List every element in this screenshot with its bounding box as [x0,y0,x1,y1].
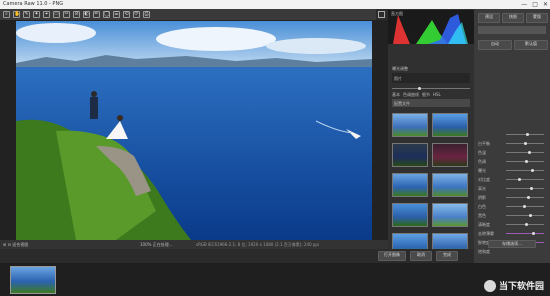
panel-tabs: 基本 色调曲线 细节 HSL [392,92,441,98]
cancel-button[interactable]: 取消 [410,251,432,261]
mode-row: 照片 [392,73,470,83]
rotate-left-icon[interactable]: ⟲ [123,11,130,18]
panel-slider[interactable] [392,87,470,90]
histogram: 直方图 [388,10,474,44]
open-image-button[interactable]: 打开图像 [378,251,406,261]
profile-thumb[interactable] [432,173,468,197]
adjust-row[interactable]: 白平衡 [478,130,546,146]
adjust-row[interactable]: 白色 [478,193,546,209]
adjust-label: 饱和度 [478,249,490,254]
spot-removal-icon[interactable]: ⊘ [73,11,80,18]
close-button[interactable]: ✕ [543,0,548,9]
adjust-row[interactable]: 色温 [478,139,546,155]
done-button[interactable]: 完成 [436,251,458,261]
save-options-button[interactable]: 存储选项... [488,240,536,248]
toolbar: ⌕ ✋ ✎ ✦ ⌖ ▭ ✂ ⊘ ◐ ✏ ◯ ☰ ⟲ ⟳ ⎙ [0,9,376,20]
far-buttons: 自动 默认值 [478,40,548,50]
photo-preview[interactable] [16,21,372,240]
panel-top-label: 曝光调整 [392,66,408,71]
maximize-button[interactable]: □ [532,0,538,9]
image-info: sRGB IEC61966-2.1; 8 位; 1920 x 1080 (2.1… [196,242,320,247]
zoom-tool-icon[interactable]: ⌕ [3,11,10,18]
white-balance-tool-icon[interactable]: ✎ [23,11,30,18]
tab-basic[interactable]: 基本 [392,92,400,98]
profile-thumb[interactable] [392,173,428,197]
zoom-status: 100% 正在处理... [140,242,173,247]
preferences-icon[interactable]: ⎙ [143,11,150,18]
profile-thumb-grid [392,113,468,257]
histogram-label: 直方图 [391,11,403,16]
adjust-row[interactable]: 去除薄雾 [478,220,546,236]
section-header[interactable]: 配置文件 [392,99,470,107]
profile-thumb[interactable] [432,143,468,167]
preview-toggle-icon[interactable] [378,11,385,18]
window-title-bar: Camera Raw 11.0 - PNG [0,0,550,9]
adjust-row[interactable]: 阴影 [478,184,546,200]
watermark: 当下软件园 [483,279,544,292]
filmstrip-thumb[interactable] [10,266,56,294]
preset-tabs: 预设 快照 蒙版 [478,13,548,23]
hand-tool-icon[interactable]: ✋ [13,11,20,18]
window-controls: — □ ✕ [521,0,548,9]
tab-presets[interactable]: 预设 [478,13,500,23]
adjust-row[interactable]: 高光 [478,175,546,191]
tab-hsl[interactable]: HSL [433,92,441,98]
watermark-text: 当下软件园 [498,282,544,292]
section-title: 配置文件 [394,101,410,106]
tab-curve[interactable]: 色调曲线 [403,92,419,98]
adjust-row[interactable]: 鲜艳度 [478,229,546,245]
adjust-row[interactable]: 色调 [478,148,546,164]
adjust-row[interactable]: 黑色 [478,202,546,218]
profile-thumb[interactable] [392,113,428,137]
seaside-photo [16,21,372,240]
target-adjust-icon[interactable]: ⌖ [43,11,50,18]
adjust-row[interactable]: 曝光 [478,157,546,173]
status-bar: ⊞ ⊟ 适合视图 100% 正在处理... sRGB IEC61966-2.1;… [0,240,388,249]
profile-thumb[interactable] [432,113,468,137]
straighten-tool-icon[interactable]: ✂ [63,11,70,18]
brush-tool-icon[interactable]: ✏ [93,11,100,18]
default-button[interactable]: 默认值 [514,40,548,50]
profile-thumb[interactable] [392,203,428,227]
slider-knob[interactable] [418,87,421,90]
window-title: Camera Raw 11.0 - PNG [3,1,64,7]
tab-snapshots[interactable]: 快照 [502,13,524,23]
adjust-row[interactable]: 清晰度 [478,211,546,227]
profile-thumb[interactable] [392,143,428,167]
profile-thumb[interactable] [432,203,468,227]
adjust-row[interactable]: 对比度 [478,166,546,182]
tab-detail[interactable]: 细节 [422,92,430,98]
rotate-right-icon[interactable]: ⟳ [133,11,140,18]
color-sampler-icon[interactable]: ✦ [33,11,40,18]
action-buttons: 打开图像 取消 完成 [378,251,458,261]
tab-masks[interactable]: 蒙版 [526,13,548,23]
graduated-filter-icon[interactable]: ☰ [113,11,120,18]
adjustment-list: 白平衡 色温 色调 曝光 对比度 高光 阴影 白色 黑色 清晰度 去除薄雾 鲜艳… [478,130,546,254]
auto-button[interactable]: 自动 [478,40,512,50]
radial-filter-icon[interactable]: ◯ [103,11,110,18]
filmstrip [0,263,550,296]
crop-tool-icon[interactable]: ▭ [53,11,60,18]
far-header-bar [478,26,546,34]
mode-label: 照片 [394,76,402,81]
watermark-logo-icon [483,279,496,292]
zoom-controls[interactable]: ⊞ ⊟ 适合视图 [3,240,28,249]
slider-track[interactable] [392,87,470,90]
red-eye-icon[interactable]: ◐ [83,11,90,18]
minimize-button[interactable]: — [521,0,527,9]
